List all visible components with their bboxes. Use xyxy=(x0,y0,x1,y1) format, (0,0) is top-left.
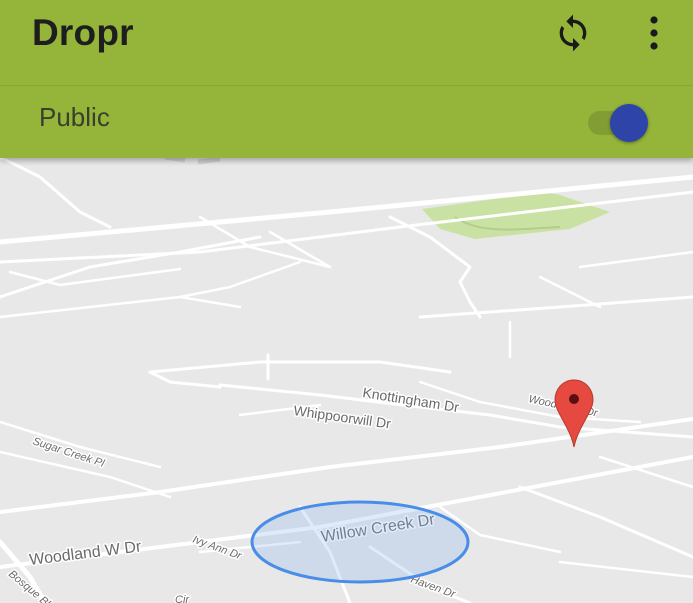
map-view[interactable]: Knottingham Dr Whippoorwill Dr Woodcreek… xyxy=(0,157,693,603)
more-vert-icon xyxy=(650,16,658,50)
street-label-cir: Cir xyxy=(175,594,190,603)
drop-radius-circle[interactable] xyxy=(250,500,470,584)
public-toggle[interactable] xyxy=(586,103,652,143)
refresh-icon xyxy=(559,14,587,52)
overflow-menu-button[interactable] xyxy=(632,8,676,58)
map-canvas[interactable]: Knottingham Dr Whippoorwill Dr Woodcreek… xyxy=(0,157,693,603)
app-bar: Dropr xyxy=(0,0,693,85)
toggle-thumb xyxy=(610,104,648,142)
app-title: Dropr xyxy=(32,12,134,53)
refresh-button[interactable] xyxy=(548,8,598,58)
visibility-bar: Public xyxy=(0,85,693,158)
public-label: Public xyxy=(39,102,110,132)
